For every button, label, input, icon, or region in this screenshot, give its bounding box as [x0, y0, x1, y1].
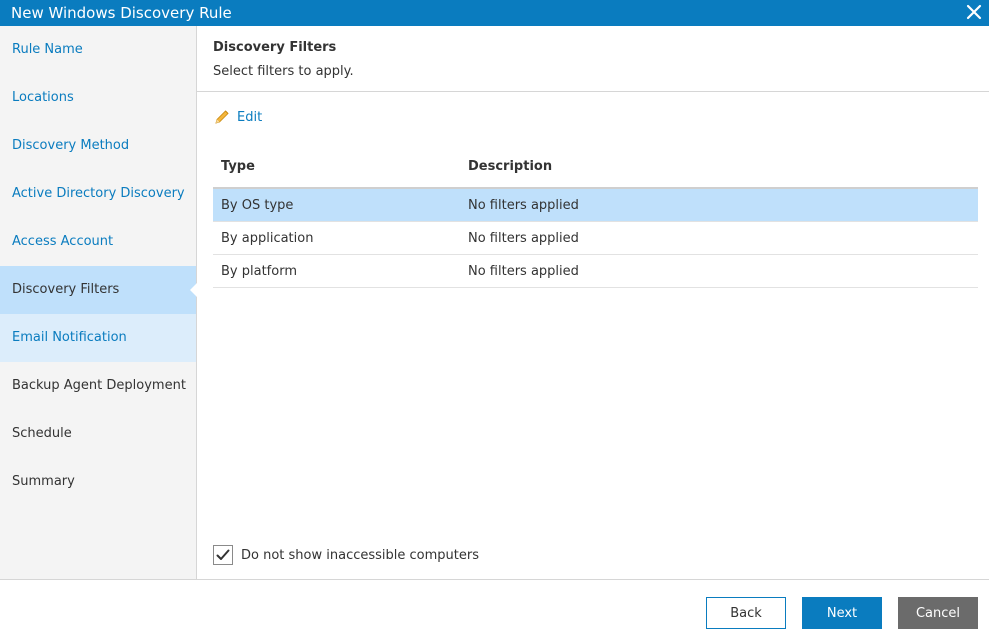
column-header-type[interactable]: Type: [213, 159, 468, 174]
cell-type: By application: [221, 230, 314, 246]
step-label: Discovery Method: [12, 138, 130, 153]
wizard-footer: Back Next Cancel: [0, 579, 989, 643]
step-discovery-method[interactable]: Discovery Method: [0, 122, 196, 170]
step-label: Email Notification: [12, 330, 127, 345]
step-discovery-filters[interactable]: Discovery Filters: [0, 266, 197, 314]
step-label: Active Directory Discovery: [12, 186, 185, 201]
cancel-button[interactable]: Cancel: [898, 597, 978, 629]
active-step-pointer: [190, 283, 197, 297]
inaccessible-computers-checkbox[interactable]: [213, 545, 233, 565]
close-icon[interactable]: [963, 1, 985, 23]
step-label: Discovery Filters: [12, 282, 120, 297]
step-label: Locations: [12, 90, 74, 105]
step-active-directory-discovery[interactable]: Active Directory Discovery: [0, 170, 196, 218]
inaccessible-computers-option[interactable]: Do not show inaccessible computers: [213, 544, 479, 566]
step-title: Discovery Filters: [213, 40, 337, 55]
step-backup-agent-deployment: Backup Agent Deployment: [0, 362, 196, 410]
step-email-notification[interactable]: Email Notification: [0, 314, 196, 362]
step-summary: Summary: [0, 458, 196, 506]
cell-description: No filters applied: [468, 263, 579, 279]
cell-type: By platform: [221, 263, 297, 279]
cell-type: By OS type: [221, 197, 294, 213]
table-header: Type Description: [213, 146, 978, 189]
cell-description: No filters applied: [468, 197, 579, 213]
step-subtitle: Select filters to apply.: [213, 64, 354, 79]
pencil-icon: [213, 108, 231, 126]
step-label: Summary: [12, 474, 75, 489]
step-header: Discovery Filters Select filters to appl…: [197, 26, 989, 92]
edit-button[interactable]: Edit: [213, 107, 262, 127]
back-button[interactable]: Back: [706, 597, 786, 629]
filters-table: Type Description By OS type No filters a…: [213, 146, 978, 288]
window-title: New Windows Discovery Rule: [11, 4, 232, 22]
table-row[interactable]: By application No filters applied: [213, 222, 978, 255]
title-bar: New Windows Discovery Rule: [0, 0, 989, 26]
step-label: Access Account: [12, 234, 114, 249]
checkmark-icon: [216, 549, 230, 560]
main-panel: Discovery Filters Select filters to appl…: [197, 26, 989, 579]
step-schedule: Schedule: [0, 410, 196, 458]
step-locations[interactable]: Locations: [0, 74, 196, 122]
checkbox-label: Do not show inaccessible computers: [241, 547, 479, 563]
wizard-steps-sidebar: Rule Name Locations Discovery Method Act…: [0, 26, 197, 579]
step-label: Schedule: [12, 426, 72, 441]
table-row[interactable]: By OS type No filters applied: [213, 189, 978, 222]
cell-description: No filters applied: [468, 230, 579, 246]
edit-label: Edit: [237, 109, 263, 125]
column-header-description[interactable]: Description: [468, 159, 978, 174]
step-label: Rule Name: [12, 42, 83, 57]
step-rule-name[interactable]: Rule Name: [0, 26, 196, 74]
step-label: Backup Agent Deployment: [12, 378, 186, 393]
step-access-account[interactable]: Access Account: [0, 218, 196, 266]
next-button[interactable]: Next: [802, 597, 882, 629]
table-row[interactable]: By platform No filters applied: [213, 255, 978, 288]
